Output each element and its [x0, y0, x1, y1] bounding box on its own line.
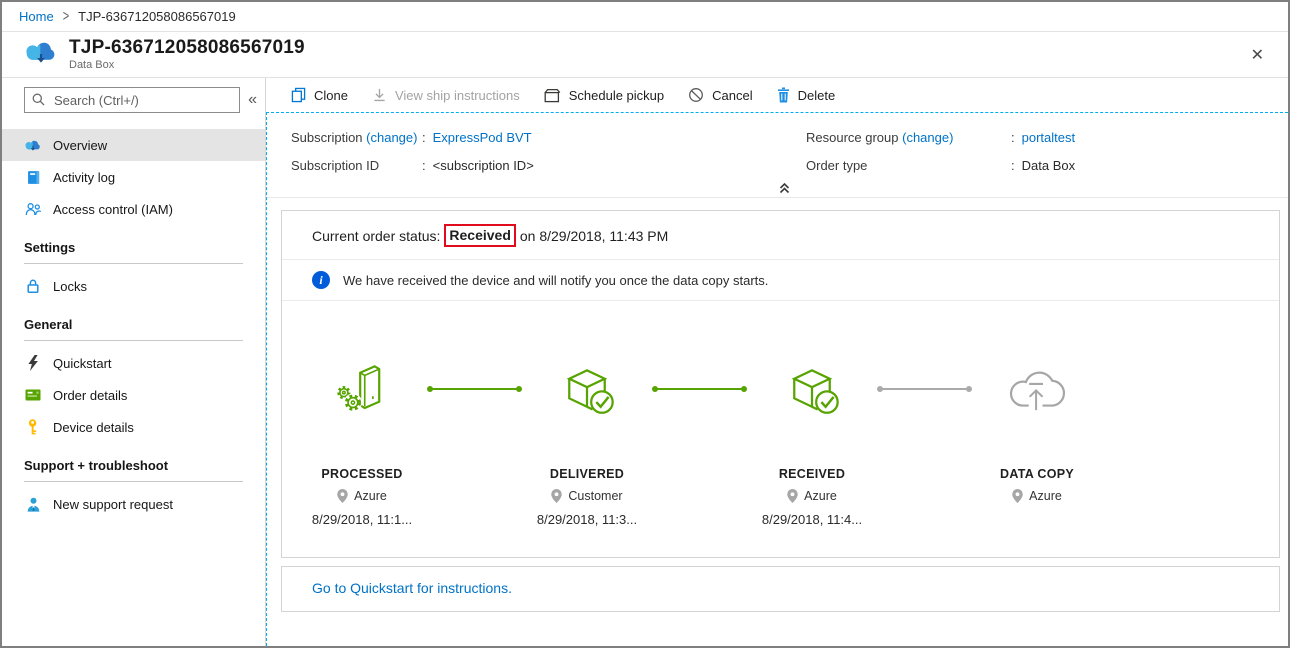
schedule-pickup-button[interactable]: Schedule pickup — [544, 88, 664, 103]
timeline-connector-done — [429, 388, 520, 390]
copy-icon — [291, 87, 306, 103]
blade-content: Subscription (change) : ExpressPod BVT S… — [266, 112, 1288, 646]
order-status-card: Current order status: Received on 8/29/2… — [281, 210, 1280, 558]
view-ship-instructions-button[interactable]: View ship instructions — [372, 87, 520, 103]
page-header: TJP-636712058086567019 Data Box ✕ — [2, 32, 1288, 78]
clone-button[interactable]: Clone — [291, 87, 348, 103]
search-input[interactable] — [24, 87, 240, 113]
sidebar-item-access-control[interactable]: Access control (IAM) — [2, 193, 265, 225]
order-type-value: Data Box — [1022, 158, 1075, 173]
info-icon: i — [312, 271, 330, 289]
databox-logo-icon — [24, 37, 58, 72]
people-icon — [24, 202, 42, 216]
page-subtitle: Data Box — [69, 59, 305, 71]
sidebar-item-order-details[interactable]: Order details — [2, 379, 265, 411]
quickstart-card: Go to Quickstart for instructions. — [281, 566, 1280, 612]
timeline-connector-done — [654, 388, 745, 390]
activity-log-icon — [24, 170, 42, 185]
timeline-stage-data-copy: DATA COPY Azure — [977, 357, 1097, 527]
trash-icon — [777, 87, 790, 103]
essentials-order-type-row: Order type : Data Box — [806, 151, 1278, 179]
lightning-icon — [24, 355, 42, 371]
download-icon — [372, 87, 387, 103]
close-icon[interactable]: ✕ — [1245, 43, 1270, 67]
essentials-panel: Subscription (change) : ExpressPod BVT S… — [267, 113, 1288, 198]
sidebar-item-label: Locks — [53, 279, 87, 294]
stage-location: Azure — [354, 489, 387, 503]
location-pin-icon — [787, 489, 798, 503]
delete-button[interactable]: Delete — [777, 87, 836, 103]
processed-icon — [333, 357, 391, 421]
support-person-icon — [24, 497, 42, 512]
stage-date: 8/29/2018, 11:3... — [537, 512, 637, 527]
sidebar-item-new-support-request[interactable]: New support request — [2, 488, 265, 520]
breadcrumb-separator: > — [63, 8, 69, 25]
cancel-button[interactable]: Cancel — [688, 87, 752, 103]
stage-date: 8/29/2018, 11:4... — [762, 512, 862, 527]
resource-group-change-link[interactable]: (change) — [902, 130, 953, 145]
lock-icon — [24, 278, 42, 294]
stage-location: Customer — [568, 489, 622, 503]
cloud-icon — [24, 138, 42, 153]
sidebar-section-support: Support + troubleshoot — [24, 458, 243, 482]
key-icon — [24, 419, 42, 435]
essentials-subscription-row: Subscription (change) : ExpressPod BVT — [291, 123, 806, 151]
location-pin-icon — [1012, 489, 1023, 503]
essentials-resource-group-row: Resource group (change) : portaltest — [806, 123, 1278, 151]
main-panel: Clone View ship instructions Schedule pi… — [266, 78, 1288, 646]
sidebar-item-label: Order details — [53, 388, 127, 403]
sidebar-item-overview[interactable]: Overview — [2, 129, 265, 161]
order-timeline: PROCESSED Azure 8/29/2018, 11:1... — [282, 301, 1279, 557]
quickstart-link[interactable]: Go to Quickstart for instructions. — [312, 580, 512, 596]
search-icon — [32, 93, 45, 106]
breadcrumb: Home > TJP-636712058086567019 — [2, 2, 1288, 32]
sidebar-section-settings: Settings — [24, 240, 243, 264]
sidebar-item-label: Activity log — [53, 170, 115, 185]
breadcrumb-current: TJP-636712058086567019 — [78, 9, 236, 24]
cloud-upload-icon — [1002, 357, 1072, 421]
location-pin-icon — [337, 489, 348, 503]
stage-location: Azure — [1029, 489, 1062, 503]
timeline-stage-delivered: DELIVERED Customer 8/29/2018, 11:3... — [527, 357, 647, 527]
current-order-status-line: Current order status: Received on 8/29/2… — [282, 211, 1279, 260]
subscription-id-value: <subscription ID> — [433, 158, 534, 173]
sidebar-section-general: General — [24, 317, 243, 341]
order-card-icon — [24, 389, 42, 401]
stage-location: Azure — [804, 489, 837, 503]
resource-group-value-link[interactable]: portaltest — [1022, 130, 1075, 145]
chevron-double-up-icon — [778, 182, 791, 194]
sidebar-item-label: Quickstart — [53, 356, 112, 371]
subscription-value-link[interactable]: ExpressPod BVT — [433, 130, 532, 145]
page-title: TJP-636712058086567019 — [69, 38, 305, 58]
essentials-subscription-id-row: Subscription ID : <subscription ID> — [291, 151, 806, 179]
essentials-collapse-button[interactable] — [291, 179, 1278, 197]
pickup-box-icon — [544, 88, 561, 103]
sidebar: « Overview — [2, 78, 266, 646]
info-banner: i We have received the device and will n… — [282, 260, 1279, 301]
window: Home > TJP-636712058086567019 TJP-636712… — [0, 0, 1290, 648]
prohibited-icon — [688, 87, 704, 103]
breadcrumb-home-link[interactable]: Home — [19, 9, 54, 24]
sidebar-item-label: Overview — [53, 138, 107, 153]
subscription-change-link[interactable]: (change) — [366, 130, 417, 145]
sidebar-item-label: Device details — [53, 420, 134, 435]
command-bar: Clone View ship instructions Schedule pi… — [266, 78, 1288, 112]
sidebar-item-label: New support request — [53, 497, 173, 512]
location-pin-icon — [551, 489, 562, 503]
timeline-stage-received: RECEIVED Azure 8/29/2018, 11:4... — [752, 357, 872, 527]
box-check-icon — [782, 357, 842, 421]
sidebar-item-activity-log[interactable]: Activity log — [2, 161, 265, 193]
sidebar-item-device-details[interactable]: Device details — [2, 411, 265, 443]
sidebar-collapse-icon[interactable]: « — [245, 91, 260, 109]
info-message: We have received the device and will not… — [343, 273, 768, 288]
stage-date: 8/29/2018, 11:1... — [312, 512, 412, 527]
timeline-connector-pending — [879, 388, 970, 390]
timeline-stage-processed: PROCESSED Azure 8/29/2018, 11:1... — [302, 357, 422, 527]
sidebar-item-locks[interactable]: Locks — [2, 270, 265, 302]
box-check-icon — [557, 357, 617, 421]
status-value-annotated: Received — [444, 224, 515, 247]
sidebar-item-label: Access control (IAM) — [53, 202, 173, 217]
sidebar-item-quickstart[interactable]: Quickstart — [2, 347, 265, 379]
